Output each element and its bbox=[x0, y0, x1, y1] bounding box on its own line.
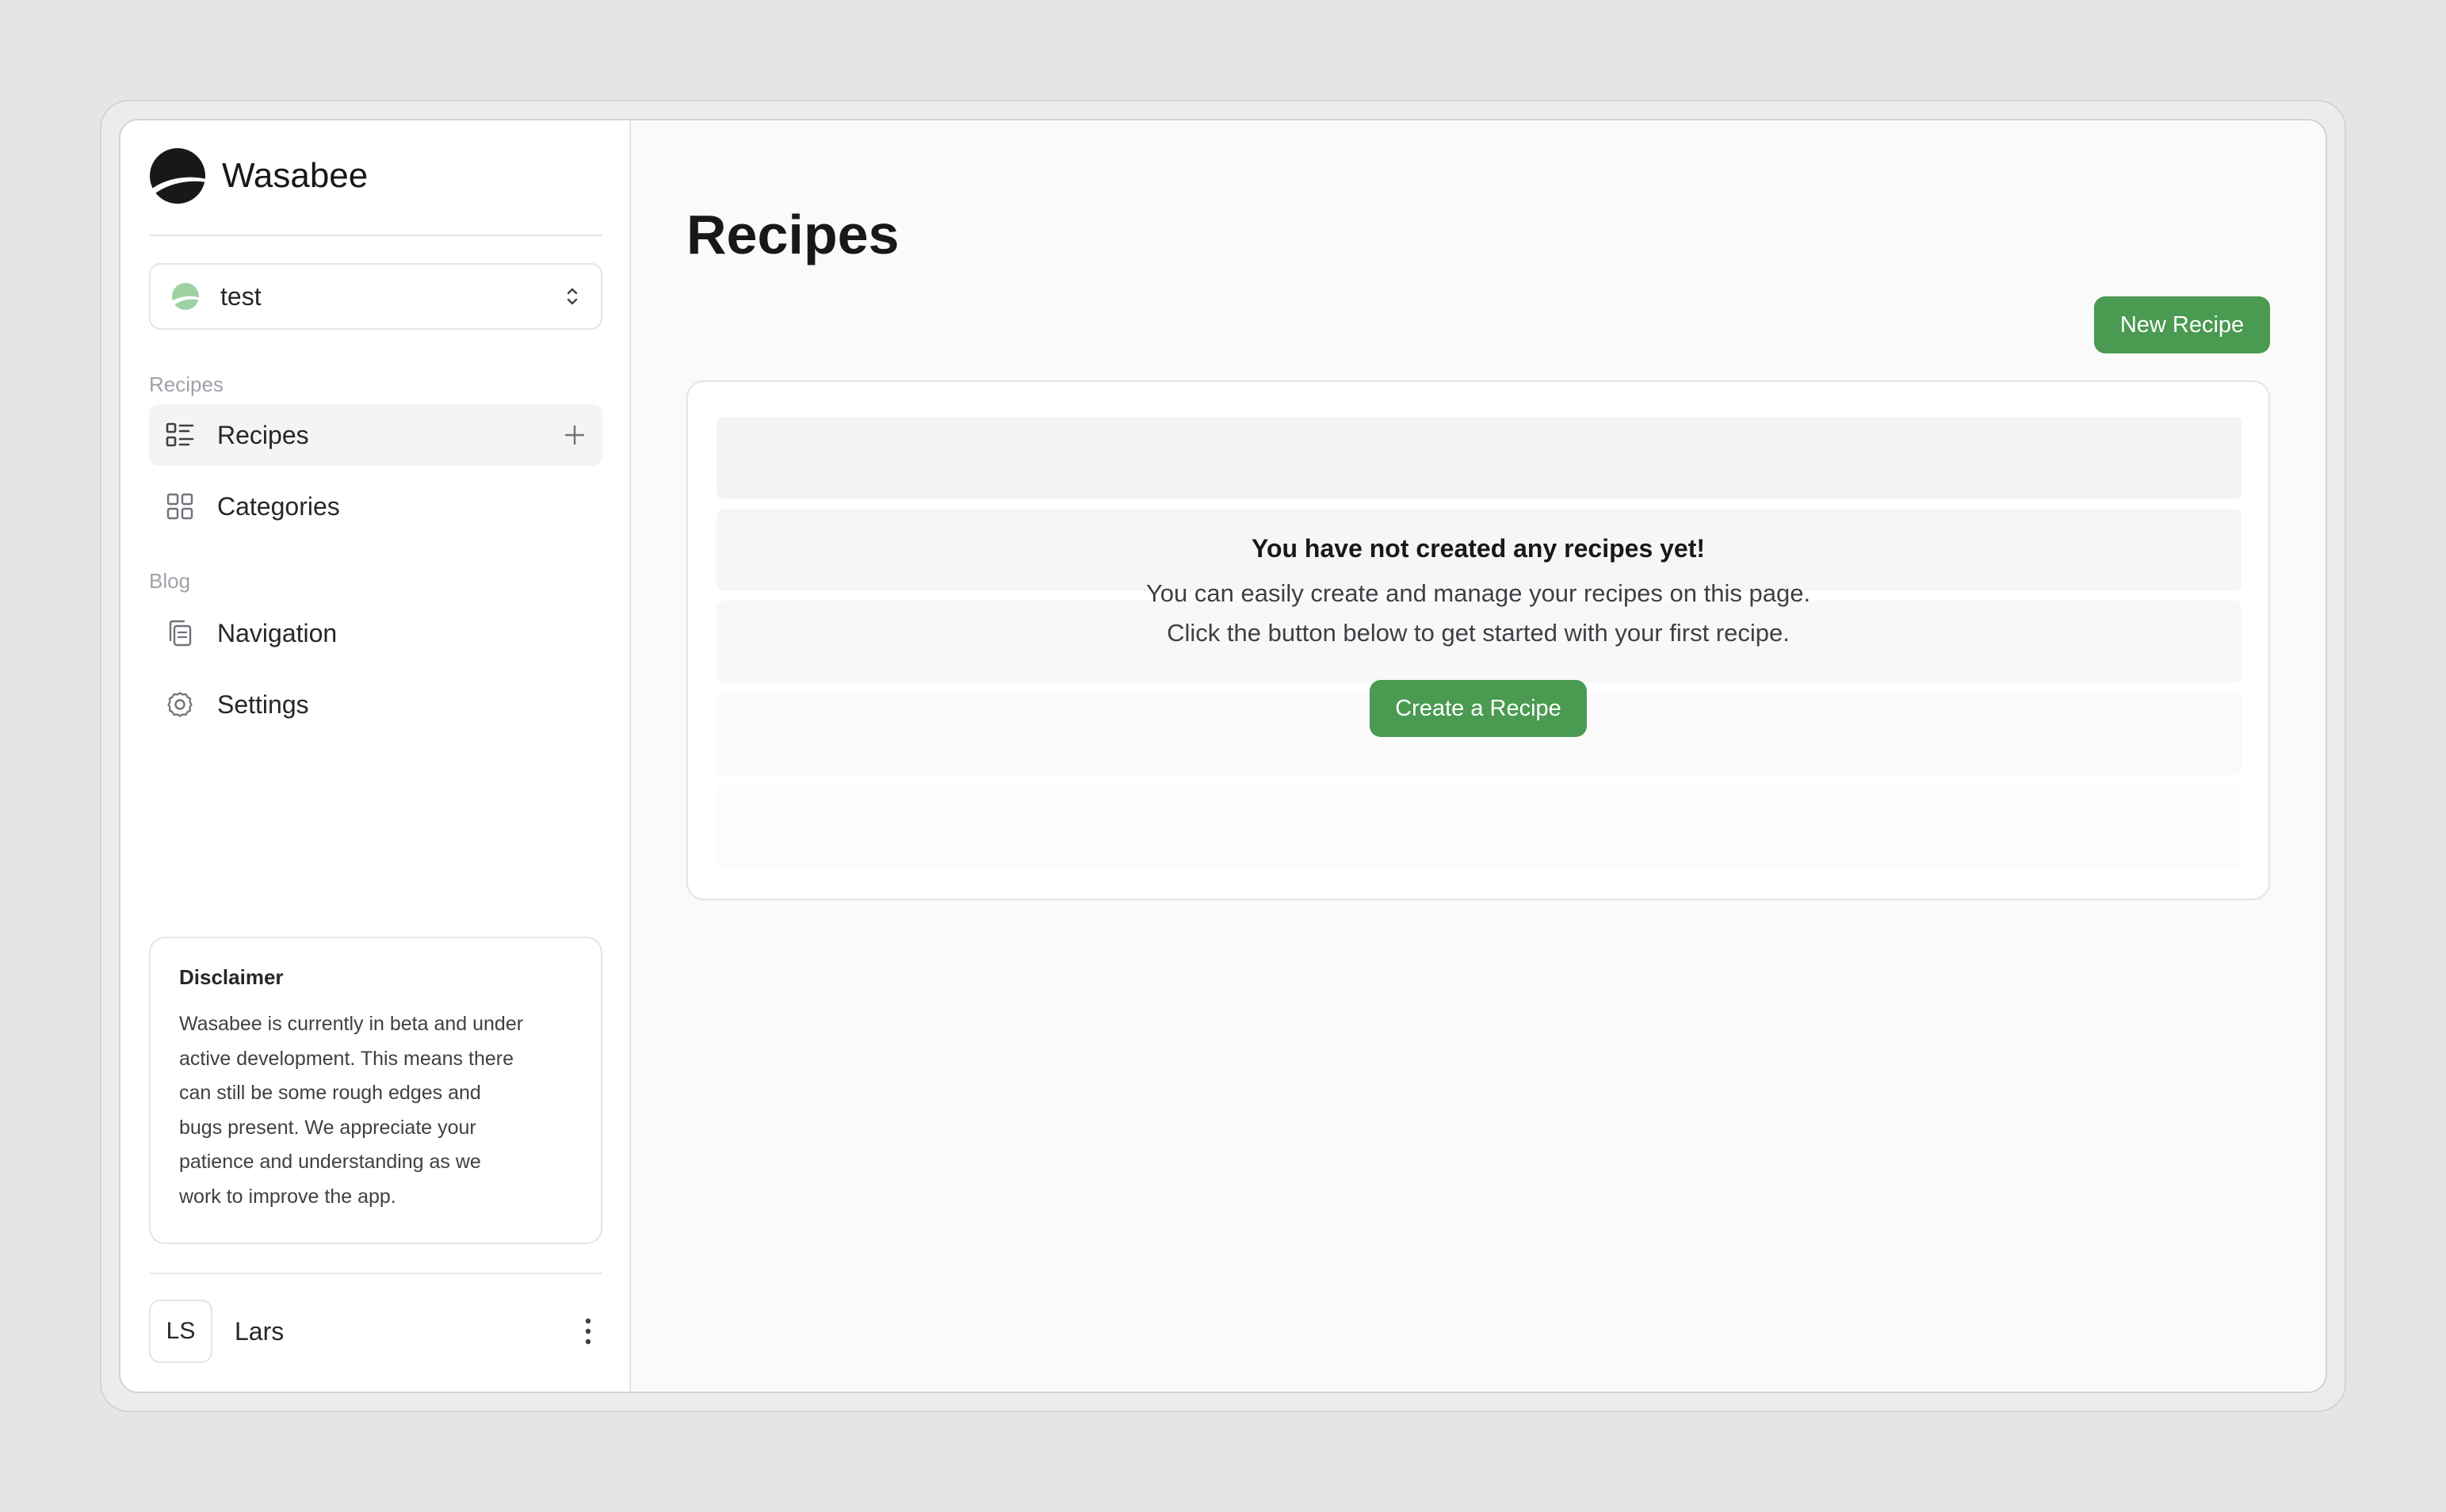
brand[interactable]: Wasabee bbox=[149, 147, 368, 204]
section-label-blog: Blog bbox=[149, 569, 191, 593]
empty-state-title: You have not created any recipes yet! bbox=[1251, 534, 1706, 563]
create-recipe-button[interactable]: Create a Recipe bbox=[1370, 680, 1587, 737]
empty-state-line: Click the button below to get started wi… bbox=[1167, 619, 1790, 647]
divider bbox=[149, 235, 602, 236]
disclaimer-line: patience and understanding as we bbox=[179, 1151, 481, 1173]
recipes-empty-card: You have not created any recipes yet! Yo… bbox=[686, 380, 2270, 900]
brand-name: Wasabee bbox=[222, 156, 369, 195]
sidebar-item-recipes[interactable]: Recipes bbox=[149, 404, 602, 466]
wasabee-logo-icon bbox=[150, 148, 206, 204]
gear-icon bbox=[167, 692, 193, 717]
sidebar-item-label: Navigation bbox=[217, 618, 338, 647]
copy-icon bbox=[169, 620, 192, 647]
empty-state-line: You can easily create and manage your re… bbox=[1145, 579, 1811, 607]
disclaimer-line: active development. This means there bbox=[179, 1047, 514, 1070]
app-window: Wasabee test Recipes Recipes Categories … bbox=[119, 119, 2327, 1393]
disclaimer-line: Wasabee is currently in beta and under bbox=[179, 1013, 524, 1035]
divider bbox=[149, 1273, 602, 1274]
empty-state-description: You can easily create and manage your re… bbox=[688, 574, 2268, 653]
disclaimer-line: bugs present. We appreciate your bbox=[179, 1116, 476, 1139]
page-title: Recipes bbox=[686, 204, 900, 265]
new-recipe-button[interactable]: New Recipe bbox=[2094, 296, 2270, 353]
sidebar-item-settings[interactable]: Settings bbox=[149, 674, 602, 735]
chevron-up-down-icon bbox=[567, 288, 578, 305]
skeleton-row bbox=[717, 785, 2242, 867]
user-name: Lars bbox=[235, 1316, 285, 1346]
sidebar-item-navigation[interactable]: Navigation bbox=[149, 602, 602, 664]
plus-icon[interactable] bbox=[563, 423, 587, 447]
empty-state: You have not created any recipes yet! Yo… bbox=[688, 531, 2268, 737]
disclaimer-body: Wasabee is currently in beta and under a… bbox=[179, 1007, 572, 1214]
disclaimer-card: Disclaimer Wasabee is currently in beta … bbox=[149, 937, 602, 1244]
disclaimer-line: work to improve the app. bbox=[179, 1185, 396, 1208]
list-icon bbox=[166, 422, 194, 447]
workspace-select[interactable]: test bbox=[149, 263, 602, 330]
workspace-label: test bbox=[220, 281, 262, 311]
sidebar-item-label: Recipes bbox=[217, 420, 309, 449]
user-menu[interactable]: LS Lars bbox=[149, 1300, 602, 1363]
sidebar-item-label: Settings bbox=[217, 689, 309, 719]
workspace-leaf-icon bbox=[172, 283, 200, 310]
sidebar: Wasabee test Recipes Recipes Categories … bbox=[120, 120, 631, 1392]
disclaimer-title: Disclaimer bbox=[179, 965, 284, 989]
main-content: Recipes New Recipe You have not created … bbox=[631, 120, 2326, 1392]
grid-icon bbox=[166, 493, 193, 520]
sidebar-item-label: Categories bbox=[217, 491, 340, 521]
skeleton-row bbox=[717, 417, 2242, 499]
more-vertical-icon[interactable] bbox=[580, 1315, 596, 1347]
avatar: LS bbox=[149, 1300, 212, 1363]
disclaimer-line: can still be some rough edges and bbox=[179, 1082, 481, 1104]
sidebar-item-categories[interactable]: Categories bbox=[149, 475, 602, 537]
section-label-recipes: Recipes bbox=[149, 372, 224, 396]
